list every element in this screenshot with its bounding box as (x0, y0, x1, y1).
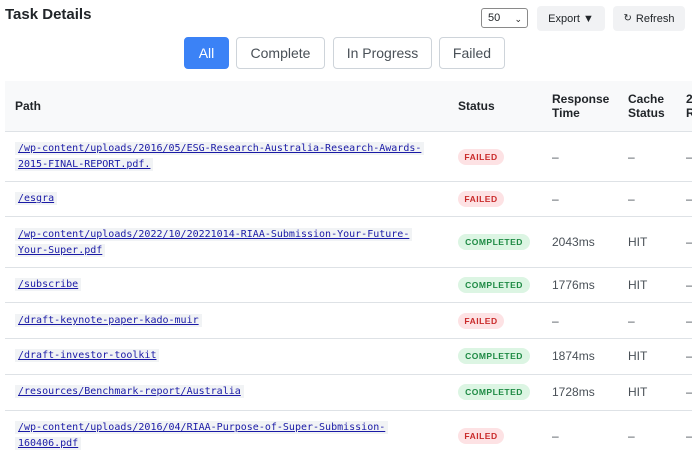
path-link[interactable]: /esgra (15, 192, 58, 205)
column-header-status[interactable]: Status (458, 99, 495, 113)
column-header-cache-status[interactable]: Cache Status (628, 92, 672, 120)
table-row: /wp-content/uploads/2022/10/20221014-RIA… (5, 216, 692, 268)
cache-status: HIT (628, 349, 648, 363)
extra-value: – (686, 150, 692, 164)
cache-status: HIT (628, 235, 648, 249)
extra-value: – (686, 235, 692, 249)
path-link[interactable]: /wp-content/uploads/2016/05/ESG-Research… (15, 142, 425, 171)
column-header-extra[interactable]: 2 R (686, 92, 692, 120)
status-badge: COMPLETED (458, 348, 530, 364)
filter-all-button[interactable]: All (184, 37, 229, 69)
cache-status: – (628, 192, 635, 206)
response-time: – (552, 192, 559, 206)
row-path: /draft-investor-toolkit (15, 348, 160, 364)
column-header-response-time[interactable]: Response Time (552, 92, 616, 120)
extra-value: – (686, 349, 692, 363)
status-badge: COMPLETED (458, 277, 530, 293)
refresh-label: Refresh (635, 12, 675, 25)
table-row: /draft-keynote-paper-kado-muir FAILED – … (5, 302, 692, 339)
cache-status: – (628, 150, 635, 164)
filter-failed-button[interactable]: Failed (439, 37, 505, 69)
path-link[interactable]: /wp-content/uploads/2016/04/RIAA-Purpose… (15, 421, 389, 450)
response-time: 2043ms (552, 235, 595, 249)
cache-status: – (628, 429, 635, 443)
status-badge: FAILED (458, 313, 504, 329)
page-size-select[interactable]: 50 ⌄ (481, 8, 528, 28)
response-time: – (552, 314, 559, 328)
extra-value: – (686, 385, 692, 399)
response-time: – (552, 429, 559, 443)
response-time: 1874ms (552, 349, 595, 363)
cache-status: HIT (628, 278, 648, 292)
page-title: Task Details (5, 6, 92, 23)
row-path: /subscribe (15, 277, 82, 293)
table-row: /wp-content/uploads/2016/04/RIAA-Purpose… (5, 410, 692, 459)
row-path: /draft-keynote-paper-kado-muir (15, 313, 202, 329)
filter-in-progress-button[interactable]: In Progress (333, 37, 432, 69)
row-path: /wp-content/uploads/2016/05/ESG-Research… (15, 141, 440, 173)
cache-status: HIT (628, 385, 648, 399)
column-header-path[interactable]: Path (15, 99, 41, 113)
response-time: 1776ms (552, 278, 595, 292)
status-badge: FAILED (458, 149, 504, 165)
path-link[interactable]: /subscribe (15, 278, 82, 291)
filter-complete-button[interactable]: Complete (236, 37, 325, 69)
chevron-down-icon: ⌄ (514, 14, 522, 24)
extra-value: – (686, 314, 692, 328)
row-path: /wp-content/uploads/2016/04/RIAA-Purpose… (15, 420, 400, 452)
extra-value: – (686, 278, 692, 292)
status-badge: COMPLETED (458, 384, 530, 400)
response-time: – (552, 150, 559, 164)
row-path: /esgra (15, 191, 58, 207)
cache-status: – (628, 314, 635, 328)
page-size-value: 50 (488, 12, 501, 24)
table-row: /esgra FAILED – – – (5, 181, 692, 217)
table-row: /wp-content/uploads/2016/05/ESG-Research… (5, 131, 692, 182)
refresh-icon: ↻ (623, 13, 632, 24)
status-badge: COMPLETED (458, 234, 530, 250)
table-row: /draft-investor-toolkit COMPLETED 1874ms… (5, 338, 692, 375)
table-row: /subscribe COMPLETED 1776ms HIT – (5, 267, 692, 303)
path-link[interactable]: /draft-investor-toolkit (15, 349, 160, 362)
response-time: 1728ms (552, 385, 595, 399)
status-badge: FAILED (458, 428, 504, 444)
path-link[interactable]: /resources/Benchmark-report/Australia (15, 385, 244, 398)
path-link[interactable]: /wp-content/uploads/2022/10/20221014-RIA… (15, 228, 413, 257)
path-link[interactable]: /draft-keynote-paper-kado-muir (15, 314, 202, 327)
extra-value: – (686, 429, 692, 443)
table-row: /resources/Benchmark-report/Australia CO… (5, 374, 692, 411)
status-badge: FAILED (458, 191, 504, 207)
table-header: Path Status Response Time Cache Status 2… (5, 81, 692, 132)
refresh-button[interactable]: ↻ Refresh (613, 6, 685, 31)
extra-value: – (686, 192, 692, 206)
export-button[interactable]: Export ▼ (537, 6, 605, 31)
row-path: /wp-content/uploads/2022/10/20221014-RIA… (15, 227, 430, 259)
row-path: /resources/Benchmark-report/Australia (15, 384, 244, 400)
